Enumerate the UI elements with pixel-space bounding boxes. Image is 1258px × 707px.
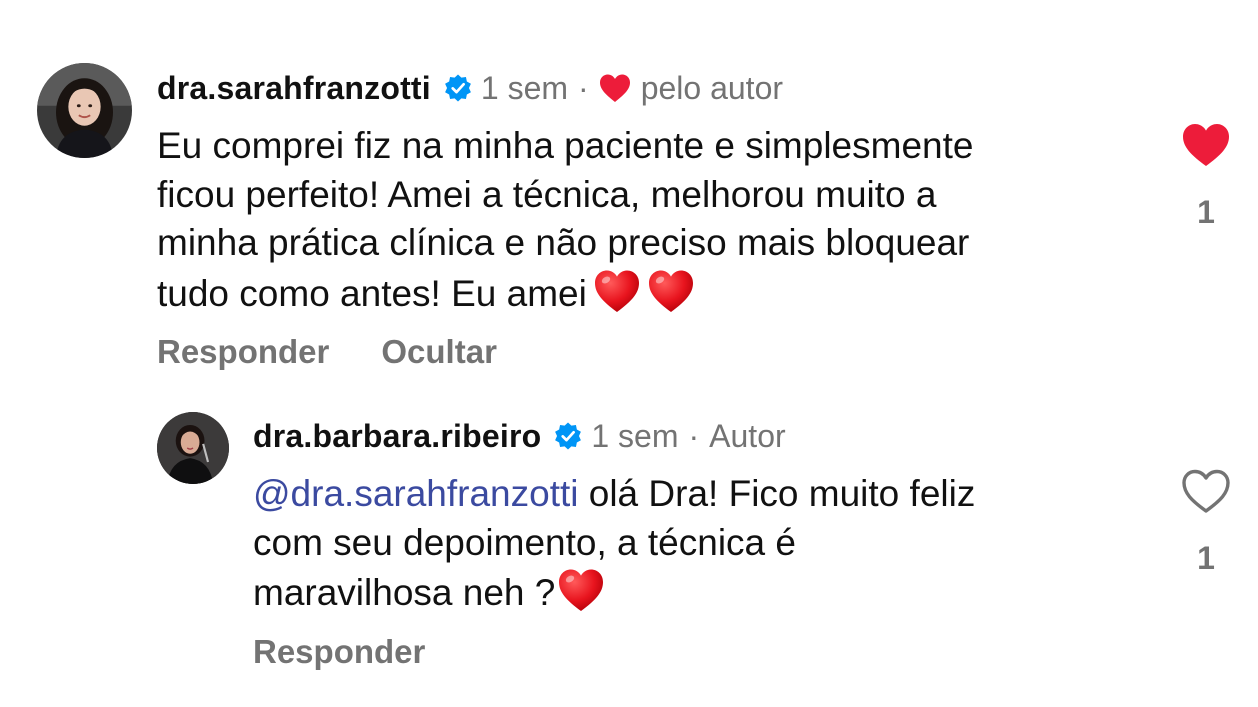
reply-button[interactable]: Responder <box>157 333 329 371</box>
comment-text-line: minha prática clínica e não preciso mais… <box>157 222 970 263</box>
avatar[interactable] <box>37 63 132 158</box>
red-heart-emoji-icon <box>593 268 641 314</box>
comment-like-column: 1 <box>1176 122 1236 231</box>
hide-button[interactable]: Ocultar <box>381 333 497 371</box>
reply-like-count: 1 <box>1197 540 1215 576</box>
reply-text-fragment: maravilhosa neh ? <box>253 572 556 613</box>
reply-text-line: com seu depoimento, a técnica é <box>253 521 796 563</box>
comment-text: Eu comprei fiz na minha paciente e simpl… <box>157 122 973 316</box>
reply-username[interactable]: dra.barbara.ribeiro <box>253 416 541 456</box>
heart-outline-icon[interactable] <box>1181 468 1231 514</box>
reply-header: dra.barbara.ribeiro 1 sem · Autor <box>253 416 786 456</box>
comment-username[interactable]: dra.sarahfranzotti <box>157 68 431 108</box>
comment-time: 1 sem <box>480 70 569 106</box>
mention-link[interactable]: @dra.sarahfranzotti <box>253 473 578 514</box>
verified-badge-icon <box>443 73 473 103</box>
reply-actions: Responder <box>253 633 425 671</box>
reply-text-line: @dra.sarahfranzotti olá Dra! Fico muito … <box>253 470 975 519</box>
red-heart-emoji-icon <box>557 567 605 613</box>
comment-like-count: 1 <box>1197 194 1215 230</box>
comment-text-line: ficou perfeito! Amei a técnica, melhorou… <box>157 173 937 215</box>
verified-badge-icon <box>553 421 583 451</box>
avatar[interactable] <box>157 412 229 484</box>
reply-text-line-last: maravilhosa neh ? <box>253 567 975 616</box>
liked-by-author-label: pelo autor <box>640 70 784 106</box>
reply-text: @dra.sarahfranzotti olá Dra! Fico muito … <box>253 470 975 616</box>
meta-separator: · <box>578 70 589 106</box>
red-heart-emoji-icon <box>647 268 695 314</box>
comment-header: dra.sarahfranzotti 1 sem · pelo autor <box>157 68 783 108</box>
meta-separator: · <box>688 418 700 454</box>
reply-like-column: 1 <box>1176 468 1236 577</box>
avatar-sarahfranzotti-image <box>37 63 132 158</box>
heart-icon[interactable] <box>1181 122 1231 168</box>
author-label: Autor <box>709 418 786 454</box>
reply-button[interactable]: Responder <box>253 633 425 671</box>
comment-text-line-last: tudo como antes! Eu amei <box>157 268 973 317</box>
comments-thread: dra.sarahfranzotti 1 sem · pelo autor Eu… <box>0 0 1258 707</box>
comment-text-fragment: tudo como antes! Eu amei <box>157 272 587 314</box>
avatar-barbararibeiro-image <box>157 412 229 484</box>
comment-text-line: Eu comprei fiz na minha paciente e simpl… <box>157 125 974 166</box>
reply-time: 1 sem <box>591 418 679 454</box>
comment-actions: Responder Ocultar <box>157 333 497 371</box>
liked-by-author-heart-icon <box>599 73 631 103</box>
reply-text-fragment: olá Dra! Fico muito feliz <box>578 473 976 514</box>
